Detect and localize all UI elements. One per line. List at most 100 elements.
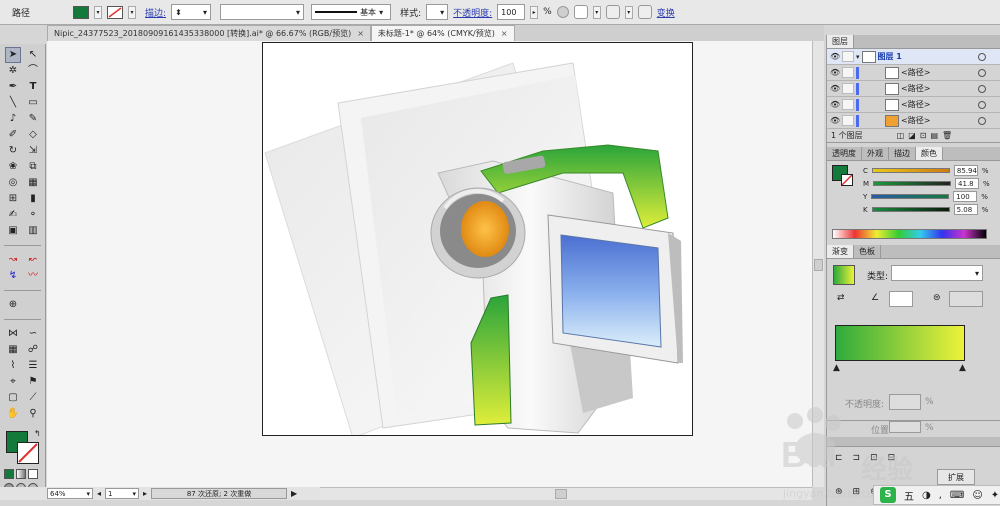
eye-icon[interactable]: 👁 <box>830 100 840 109</box>
magic-wand-tool-icon[interactable]: ✲ <box>6 64 20 78</box>
path-tool-icon[interactable]: ↯ <box>6 269 20 283</box>
tab-stroke[interactable]: 描边 <box>889 147 916 160</box>
curvature-tool-icon[interactable]: ↝ <box>6 253 20 267</box>
sparkle-tool-icon[interactable]: ⌇ <box>6 359 20 373</box>
magic-wand-options-icon[interactable] <box>605 5 620 19</box>
stroke-weight-field[interactable]: ⬍ ▾ <box>171 4 212 20</box>
knife-tool-icon[interactable]: ⟋ <box>26 391 40 405</box>
stroke-swatch[interactable] <box>107 5 124 19</box>
align-center-icon[interactable]: ⊐ <box>853 453 861 463</box>
zoom-select[interactable]: 64% ▾ <box>47 488 93 499</box>
lasso-tool-icon[interactable]: ⌒ <box>26 64 40 78</box>
artboard-tool-icon[interactable]: ▢ <box>6 391 20 405</box>
hand-tool-icon[interactable]: ✋ <box>6 407 20 421</box>
column-graph-tool-icon[interactable]: ▥ <box>26 224 40 238</box>
gradient-slider[interactable] <box>835 325 965 361</box>
list-tool-icon[interactable]: ☰ <box>26 359 40 373</box>
isolate-icon[interactable] <box>637 5 652 19</box>
close-icon[interactable]: × <box>357 29 364 38</box>
tab-layers[interactable]: 图层 <box>827 35 854 48</box>
paintbrush-tool-icon[interactable]: ♪ <box>6 112 20 126</box>
recolor-icon[interactable] <box>556 6 569 18</box>
lock-toggle[interactable] <box>842 67 854 78</box>
canvas-workspace[interactable] <box>47 41 812 487</box>
yellow-slider[interactable] <box>871 194 950 199</box>
black-slider[interactable] <box>871 207 950 212</box>
crosshair-tool-icon[interactable]: ⊕ <box>6 298 20 312</box>
direct-selection-tool-icon[interactable]: ↖ <box>26 48 40 62</box>
path-option-icon[interactable]: ⊕ <box>835 487 843 497</box>
width-tool-icon[interactable]: ⋈ <box>6 327 20 341</box>
gradient-stop-right[interactable]: ▲ <box>959 363 966 373</box>
locate-icon[interactable]: ◫ <box>897 131 905 140</box>
smooth-tool-icon[interactable]: ↜ <box>26 253 40 267</box>
target-icon[interactable] <box>978 52 986 61</box>
layer-row[interactable]: 👁 ▾ 图层 1 <box>827 49 1000 65</box>
swap-icon[interactable]: ↰ <box>34 429 41 438</box>
variable-width-field[interactable]: ▾ <box>220 4 305 20</box>
align-icon[interactable] <box>573 5 588 19</box>
lock-toggle[interactable] <box>842 83 854 94</box>
slice-tool-icon[interactable]: ☍ <box>26 343 40 357</box>
wand-dropdown[interactable]: ▾ <box>624 5 633 19</box>
scroll-thumb[interactable] <box>814 259 823 271</box>
stroke-dropdown[interactable]: ▾ <box>128 5 137 19</box>
settings-icon[interactable]: ✦ <box>991 490 999 501</box>
keyboard-icon[interactable]: ⌨ <box>950 490 964 501</box>
artboard[interactable] <box>262 42 693 436</box>
reverse-gradient-icon[interactable]: ⇄ <box>837 293 845 303</box>
target-icon[interactable] <box>978 84 986 93</box>
gradient-preview-swatch[interactable] <box>833 265 855 285</box>
gradient-stop-left[interactable]: ▲ <box>833 363 840 373</box>
pencil-tool-icon[interactable]: ✎ <box>26 112 40 126</box>
target-icon[interactable] <box>978 116 986 125</box>
brush-definition-field[interactable]: 基本 ▾ <box>311 4 392 20</box>
artboard-select[interactable]: 1 ▾ <box>105 488 140 499</box>
measure-tool-icon[interactable]: ⌖ <box>6 375 20 389</box>
prev-artboard-icon[interactable]: ◂ <box>97 489 101 498</box>
chart-tool-icon[interactable]: ▦ <box>6 343 20 357</box>
input-mode-icon[interactable]: 五 <box>904 488 914 503</box>
gradient-type-select[interactable]: ▾ <box>891 265 983 281</box>
cyan-slider[interactable] <box>871 168 950 173</box>
gradient-tool-icon[interactable]: ▮ <box>26 192 40 206</box>
black-value[interactable]: 5.08 <box>953 204 978 215</box>
ime-tray[interactable]: S 五 ◑ , ⌨ ☺ ✦ <box>873 485 1000 505</box>
scale-tool-icon[interactable]: ⇲ <box>26 144 40 158</box>
pen-tool-icon[interactable]: ✒ <box>6 80 20 94</box>
stroke-color-swatch[interactable] <box>841 174 853 186</box>
type-tool-icon[interactable]: T <box>26 80 40 94</box>
eye-icon[interactable]: 👁 <box>830 68 840 77</box>
style-field[interactable]: ▾ <box>426 4 449 20</box>
tab-swatches[interactable]: 色板 <box>854 245 881 258</box>
sogou-icon[interactable]: S <box>880 487 896 503</box>
lock-toggle[interactable] <box>842 51 854 62</box>
blob-brush-tool-icon[interactable]: ✐ <box>6 128 20 142</box>
stop-location-field[interactable] <box>889 421 921 433</box>
twirl-tool-icon[interactable]: ∽ <box>26 327 40 341</box>
horizontal-scrollbar[interactable] <box>320 487 812 500</box>
mesh-tool-icon[interactable]: ⊞ <box>6 192 20 206</box>
tab-color[interactable]: 颜色 <box>916 147 943 160</box>
none-mode-icon[interactable] <box>28 469 38 479</box>
color-mode-icon[interactable] <box>4 469 14 479</box>
fill-dropdown[interactable]: ▾ <box>94 5 103 19</box>
symbol-sprayer-tool-icon[interactable]: ▣ <box>6 224 20 238</box>
scroll-thumb[interactable] <box>555 489 567 499</box>
eye-icon[interactable]: 👁 <box>830 84 840 93</box>
target-icon[interactable] <box>978 100 986 109</box>
new-layer-icon[interactable]: ▤ <box>930 131 938 140</box>
lock-toggle[interactable] <box>842 115 854 126</box>
magenta-value[interactable]: 41.8 <box>955 178 980 189</box>
opacity-link[interactable]: 不透明度: <box>453 6 492 19</box>
shape-builder-tool-icon[interactable]: ◎ <box>6 176 20 190</box>
fill-stroke-widget[interactable]: ↰ <box>4 429 45 467</box>
zoom-tool-icon[interactable]: ⚲ <box>26 407 40 421</box>
magenta-slider[interactable] <box>873 181 952 186</box>
color-spectrum[interactable] <box>832 229 987 239</box>
tab-document-2[interactable]: 未标题-1* @ 64% (CMYK/预览) × <box>370 25 515 41</box>
status-menu-icon[interactable]: ▶ <box>291 489 297 498</box>
cyan-value[interactable]: 85.94 <box>953 165 978 176</box>
aspect-field[interactable] <box>949 291 983 307</box>
eye-icon[interactable]: 👁 <box>830 52 840 61</box>
